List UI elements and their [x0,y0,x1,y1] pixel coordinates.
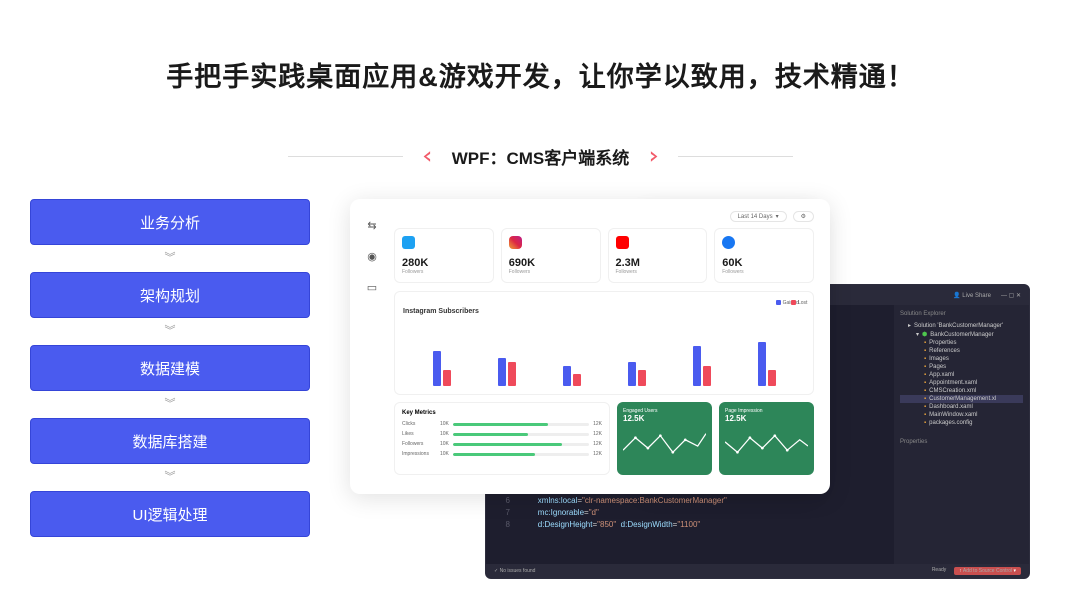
tree-item[interactable]: ▾ ⬢ BankCustomerManager [900,330,1023,339]
chevron-down-icon: ︾ [165,472,176,483]
step-business-analysis[interactable]: 业务分析 [30,199,310,245]
step-label: 架构规划 [140,285,200,306]
social-instagram[interactable]: 690KFollowers [501,228,601,283]
explorer-title: Solution Explorer [900,311,1023,317]
status-ready: Ready [932,567,946,575]
step-architecture[interactable]: 架构规划 [30,272,310,318]
hero-title: 手把手实践桌面应用&游戏开发，让你学以致用，技术精通！ [0,55,1081,94]
tree-item[interactable]: ▪ Pages [900,363,1023,371]
calendar-icon[interactable]: ▭ [366,281,379,294]
solution-explorer[interactable]: Solution Explorer ▸ Solution 'BankCustom… [894,305,1029,564]
tree-item[interactable]: ▪ CMSCreation.xml [900,387,1023,395]
social-youtube[interactable]: 2.3MFollowers [608,228,708,283]
dashboard-sidebar: ⇆ ◉ ▭ [358,207,386,486]
globe-icon[interactable]: ◉ [366,250,379,263]
chevron-down-icon: ︾ [165,399,176,410]
dashboard-mock: ⇆ ◉ ▭ Last 14 Days ▾ ⚙ 280KFollowers 690… [350,199,830,494]
step-label: 业务分析 [140,212,200,233]
chevron-down-icon: ︾ [165,253,176,264]
section-title-row: WPF：CMS客户端系统 [0,144,1081,169]
section-title: WPF：CMS客户端系统 [452,144,630,169]
step-ui-logic[interactable]: UI逻辑处理 [30,491,310,537]
tree-item[interactable]: ▸ Solution 'BankCustomerManager' [900,321,1023,330]
tree-item[interactable]: ▪ Images [900,355,1023,363]
step-database[interactable]: 数据库搭建 [30,418,310,464]
page-impressions: Page Impression 12.5K [719,402,814,475]
key-metrics: Key Metrics Clicks10K12K Likes10K12K Fol… [394,402,610,475]
tree-item[interactable]: ▪ Appointment.xaml [900,379,1023,387]
youtube-icon [616,236,629,249]
subscribers-chart: Instagram Subscribers Gained Lost [394,291,814,395]
git-button[interactable]: ↑ Add to Source Control ▾ [954,567,1021,575]
tree-item-selected[interactable]: ▪ CustomerManagement.xl [900,395,1023,403]
step-label: 数据库搭建 [132,431,207,452]
tree-item[interactable]: ▪ App.xaml [900,371,1023,379]
status-issues[interactable]: ✓ No issues found [494,568,535,574]
ide-statusbar: ✓ No issues found Ready ↑ Add to Source … [486,564,1029,578]
step-data-modeling[interactable]: 数据建模 [30,345,310,391]
arrow-right-icon [647,150,660,163]
shuffle-icon[interactable]: ⇆ [366,219,379,232]
tree-item[interactable]: ▪ MainWindow.xaml [900,411,1023,419]
divider-right [678,156,793,157]
tree-item[interactable]: ▪ Properties [900,339,1023,347]
chart-legend: Gained Lost [776,300,805,306]
engaged-users: Engaged Users 12.5K [617,402,712,475]
social-facebook[interactable]: 60KFollowers [714,228,814,283]
steps-column: 业务分析 ︾ 架构规划 ︾ 数据建模 ︾ 数据库搭建 ︾ UI逻辑处理 [30,199,310,599]
instagram-icon [509,236,522,249]
social-twitter[interactable]: 280KFollowers [394,228,494,283]
chevron-down-icon: ︾ [165,326,176,337]
tree-item[interactable]: ▪ References [900,347,1023,355]
tree-item[interactable]: ▪ packages.config [900,419,1023,427]
filter-pill[interactable]: Last 14 Days ▾ [730,211,787,222]
settings-pill[interactable]: ⚙ [793,211,814,222]
step-label: 数据建模 [140,358,200,379]
showcase: ⇆ ◉ ▭ Last 14 Days ▾ ⚙ 280KFollowers 690… [350,199,1051,599]
step-label: UI逻辑处理 [132,504,207,525]
tree-item[interactable]: ▪ Dashboard.xaml [900,403,1023,411]
liveshare-button[interactable]: 👤 Live Share [953,292,991,299]
properties-title: Properties [900,439,1023,445]
twitter-icon [402,236,415,249]
window-controls[interactable]: — ▢ ✕ [1001,292,1021,299]
arrow-left-icon [421,150,434,163]
bar-chart [403,324,805,386]
divider-left [288,156,403,157]
facebook-icon [722,236,735,249]
